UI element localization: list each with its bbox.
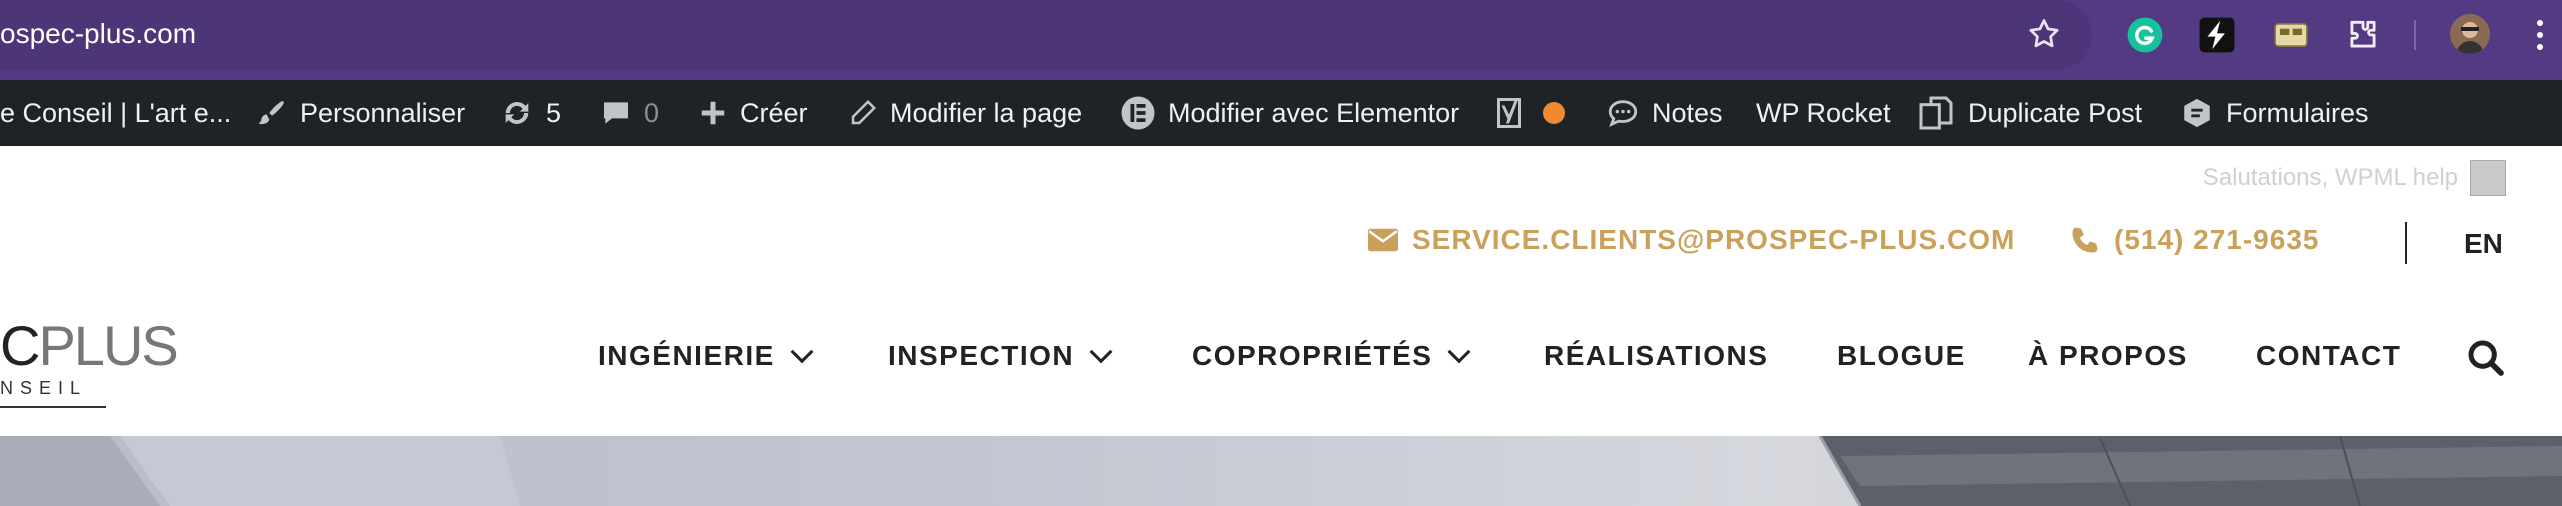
address-bar[interactable]: ospec-plus.com [0,0,2092,70]
logo-underline [0,406,106,408]
pencil-icon [851,99,877,125]
updates-count: 5 [546,97,562,128]
envelope-icon [1368,228,1398,252]
language-switcher[interactable]: EN [2464,228,2503,260]
logo-tagline: NSEIL [0,378,88,398]
chevron-down-icon [790,349,814,364]
account-greeting[interactable]: Salutations, WPML help [2203,160,2506,196]
greeting-text: Salutations, WPML help [2202,164,2458,191]
lightning-extension-icon[interactable] [2198,16,2236,54]
admin-bar-site-name[interactable]: e Conseil | L'art e... [0,80,231,146]
admin-bar-updates[interactable]: 5 [500,80,561,146]
nav-about-label: À PROPOS [2028,340,2188,371]
tab-extension-icon[interactable] [2272,16,2310,54]
chevron-down-icon [1447,349,1471,364]
admin-bar-customize[interactable]: Personnaliser [256,80,465,146]
grammarly-icon[interactable] [2126,16,2164,54]
forms-label: Formulaires [2226,97,2369,128]
nav-inspection-label: INSPECTION [888,340,1075,371]
admin-bar-notes[interactable]: Notes [1606,80,1723,146]
wp-rocket-label: WP Rocket [1756,97,1891,128]
comment-icon [604,102,628,124]
search-icon[interactable] [2466,338,2506,378]
duplicate-icon [1919,96,1953,130]
user-avatar [2470,160,2506,196]
seo-status-dot-icon [1543,102,1565,124]
nav-inspection[interactable]: INSPECTION [888,340,1114,372]
phone-text: (514) 271-9635 [2114,224,2320,255]
refresh-icon [505,102,529,124]
email-link[interactable]: SERVICE.CLIENTS@PROSPEC-PLUS.COM [1368,224,2015,256]
site-name-label: e Conseil | L'art e... [0,97,232,128]
nav-engineering-label: INGÉNIERIE [598,340,775,371]
star-icon[interactable] [2026,16,2062,52]
admin-bar-elementor[interactable]: Modifier avec Elementor [1120,80,1459,146]
admin-bar-forms[interactable]: Formulaires [2180,80,2369,146]
logo-letter: C [0,314,40,377]
admin-bar-yoast[interactable] [1494,80,1566,146]
toolbar-divider [2414,20,2416,50]
phone-link[interactable]: (514) 271-9635 [2070,224,2319,256]
notes-label: Notes [1652,97,1723,128]
admin-bar-edit-page[interactable]: Modifier la page [848,80,1082,146]
plus-icon [701,101,725,125]
logo-plus: PLUS [38,314,178,377]
duplicate-label: Duplicate Post [1968,97,2143,128]
nav-condos-label: COPROPRIÉTÉS [1192,340,1433,371]
puzzle-extensions-icon[interactable] [2344,16,2382,54]
more-menu-icon[interactable] [2536,18,2544,52]
new-label: Créer [740,97,808,128]
chevron-down-icon [1089,349,1113,364]
site-logo[interactable]: CPLUS NSEIL [0,318,179,399]
nav-blog-label: BLOGUE [1837,340,1966,371]
admin-bar-duplicate-post[interactable]: Duplicate Post [1916,80,2142,146]
admin-bar-new[interactable]: Créer [698,80,808,146]
comments-count: 0 [644,97,660,128]
url-text[interactable]: ospec-plus.com [0,18,196,50]
yoast-seo-icon [1497,98,1521,128]
browser-toolbar: ospec-plus.com [0,0,2562,80]
nav-projects-label: RÉALISATIONS [1544,340,1769,371]
elementor-icon [1121,96,1155,130]
chat-bubble-icon [1608,100,1638,128]
nav-condos[interactable]: COPROPRIÉTÉS [1192,340,1472,372]
hero-image [0,436,2562,506]
elementor-label: Modifier avec Elementor [1168,97,1460,128]
admin-bar-comments[interactable]: 0 [600,80,659,146]
customize-label: Personnaliser [300,97,466,128]
forms-icon [2184,98,2210,128]
nav-blog[interactable]: BLOGUE [1837,340,1966,372]
nav-contact-label: CONTACT [2256,340,2402,371]
wp-admin-bar: e Conseil | L'art e... Personnaliser 5 0… [0,80,2562,146]
profile-avatar[interactable] [2450,14,2490,54]
edit-page-label: Modifier la page [890,97,1083,128]
admin-bar-wp-rocket[interactable]: WP Rocket [1756,80,1891,146]
nav-engineering[interactable]: INGÉNIERIE [598,340,815,372]
topbar-divider [2405,222,2407,264]
email-text: SERVICE.CLIENTS@PROSPEC-PLUS.COM [1412,224,2016,255]
nav-about[interactable]: À PROPOS [2028,340,2188,372]
nav-projects[interactable]: RÉALISATIONS [1544,340,1768,372]
phone-icon [2072,227,2098,253]
nav-contact[interactable]: CONTACT [2256,340,2401,372]
logo-wordmark: CPLUS [0,318,179,374]
paintbrush-icon [258,101,284,125]
